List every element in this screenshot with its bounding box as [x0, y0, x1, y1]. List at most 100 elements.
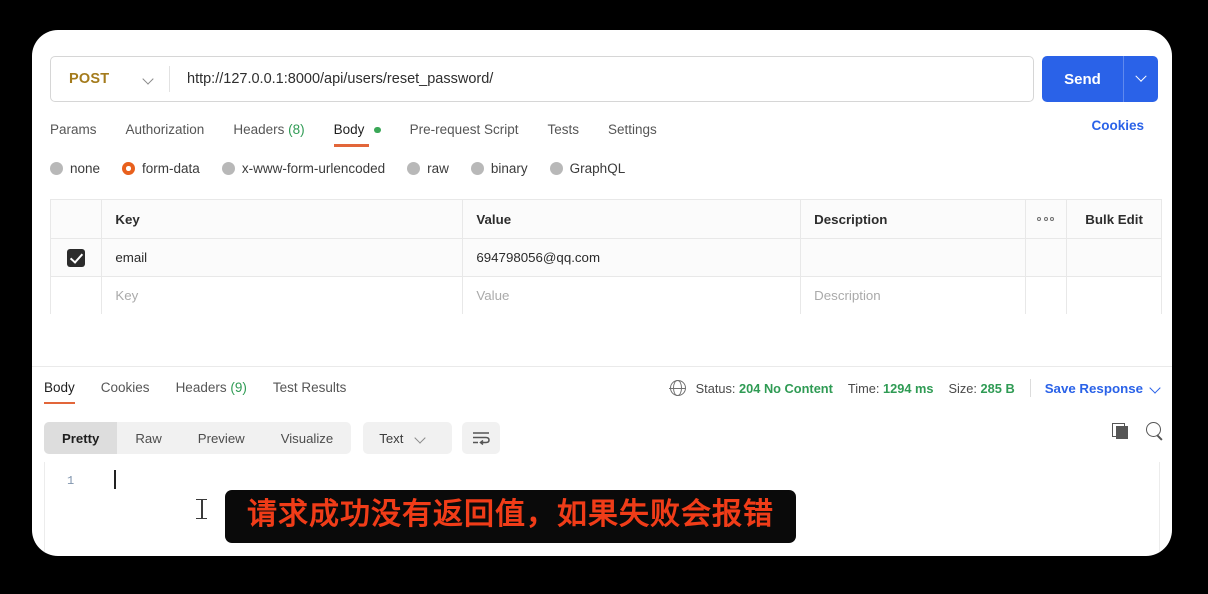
url-bar: POST http://127.0.0.1:8000/api/users/res… [50, 56, 1158, 102]
body-type-raw[interactable]: raw [407, 161, 449, 176]
body-type-binary[interactable]: binary [470, 161, 528, 176]
view-mode-visualize[interactable]: Visualize [263, 422, 352, 454]
ellipsis-icon[interactable] [1026, 200, 1068, 238]
tab-body[interactable]: Body [333, 121, 381, 147]
tab-label: Body [333, 121, 365, 137]
row-key-input[interactable]: email [102, 239, 464, 276]
pane-divider[interactable] [32, 366, 1172, 367]
i-beam-cursor-icon [196, 498, 207, 520]
tab-headers[interactable]: Headers (8) [233, 122, 304, 147]
row-description-input[interactable] [801, 239, 1026, 276]
row-spacer [1026, 239, 1068, 276]
response-tab-test-results[interactable]: Test Results [273, 380, 347, 404]
status-value: 204 No Content [739, 380, 833, 396]
header-key: Key [102, 200, 464, 238]
table-row: email 694798056@qq.com [51, 238, 1161, 276]
chevron-down-icon [1151, 383, 1162, 394]
body-type-label: x-www-form-urlencoded [241, 161, 386, 176]
empty-value-input[interactable]: Value [463, 277, 802, 314]
http-method-label: POST [69, 71, 110, 87]
annotation-overlay: 请求成功没有返回值，如果失败会报错 [225, 490, 796, 543]
tab-label: Test Results [272, 380, 347, 395]
tab-label: Body [44, 380, 75, 395]
save-response-button[interactable]: Save Response [1045, 381, 1162, 396]
row-checkbox-checked[interactable] [67, 248, 86, 267]
response-scrollbar[interactable] [1159, 462, 1160, 556]
chevron-down-icon [144, 74, 155, 85]
body-type-none[interactable]: none [50, 161, 100, 176]
divider [1029, 379, 1031, 397]
tab-label: Cookies [100, 380, 150, 395]
response-tab-cookies[interactable]: Cookies [101, 380, 150, 404]
empty-description-input[interactable]: Description [801, 277, 1026, 314]
tab-params[interactable]: Params [50, 122, 97, 147]
radio-icon [221, 162, 235, 175]
response-headers-count: (9) [230, 380, 247, 395]
header-checkbox-cell [51, 200, 103, 238]
tab-settings[interactable]: Settings [608, 122, 657, 147]
response-tab-body[interactable]: Body [44, 380, 75, 404]
view-mode-pretty[interactable]: Pretty [44, 422, 118, 454]
tab-pre-request-script[interactable]: Pre-request Script [410, 122, 519, 147]
send-chevron-down-icon[interactable] [1124, 75, 1158, 83]
size-label: Size: [948, 380, 977, 396]
line-number: 1 [67, 474, 75, 488]
body-active-dot-icon [374, 126, 381, 134]
cookies-link[interactable]: Cookies [1091, 118, 1144, 133]
wrap-lines-button[interactable] [462, 422, 501, 454]
tab-label: Headers [175, 380, 227, 395]
form-data-table: Key Value Description Bulk Edit email 69… [50, 199, 1162, 314]
postman-window: POST http://127.0.0.1:8000/api/users/res… [32, 30, 1172, 556]
empty-spacer-bulk [1067, 277, 1161, 314]
bulk-edit-label: Bulk Edit [1085, 211, 1143, 227]
row-checkbox-cell [51, 239, 103, 276]
radio-icon [50, 162, 63, 175]
size-value: 285 B [980, 380, 1015, 396]
body-type-x-www-form-urlencoded[interactable]: x-www-form-urlencoded [221, 161, 386, 176]
time-badge: Time: 1294 ms [848, 381, 934, 396]
url-input-group: POST http://127.0.0.1:8000/api/users/res… [50, 56, 1034, 102]
empty-spacer [1026, 277, 1068, 314]
tab-label: Params [50, 121, 97, 137]
tab-label: Tests [547, 121, 579, 137]
body-type-label: binary [490, 161, 528, 176]
body-type-graphql[interactable]: GraphQL [549, 161, 626, 176]
status-label: Status: [695, 380, 736, 396]
tab-tests[interactable]: Tests [547, 122, 579, 147]
row-value-input[interactable]: 694798056@qq.com [463, 239, 802, 276]
tab-label: Settings [607, 121, 657, 137]
url-input[interactable]: http://127.0.0.1:8000/api/users/reset_pa… [170, 71, 1033, 87]
response-tab-headers[interactable]: Headers (9) [176, 380, 247, 404]
send-button[interactable]: Send [1042, 56, 1158, 102]
view-mode-segmented-control: Pretty Raw Preview Visualize [44, 422, 352, 454]
response-viewer-toolbar: Pretty Raw Preview Visualize Text [44, 420, 1160, 456]
headers-count: (8) [288, 121, 305, 137]
view-mode-preview[interactable]: Preview [180, 422, 263, 454]
body-type-label: GraphQL [569, 161, 626, 176]
view-mode-raw[interactable]: Raw [117, 422, 179, 454]
http-method-dropdown[interactable]: POST [51, 57, 169, 101]
request-tabs: Params Authorization Headers (8) Body Pr… [50, 118, 1158, 150]
body-type-form-data[interactable]: form-data [122, 161, 200, 176]
radio-selected-icon [122, 162, 136, 175]
response-status-bar: Status: 204 No Content Time: 1294 ms Siz… [669, 375, 1162, 401]
bulk-edit-button[interactable]: Bulk Edit [1067, 200, 1161, 238]
empty-key-input[interactable]: Key [102, 277, 464, 314]
header-description: Description [801, 200, 1026, 238]
ellipsis-dots [1037, 217, 1055, 221]
row-spacer-bulk [1067, 239, 1161, 276]
response-action-icons [1112, 422, 1164, 440]
tab-authorization[interactable]: Authorization [126, 122, 205, 147]
tab-label: Headers [233, 121, 285, 137]
radio-icon [549, 162, 563, 175]
table-row-empty: Key Value Description [51, 276, 1161, 314]
tab-label: Pre-request Script [409, 121, 519, 137]
status-badge: Status: 204 No Content [696, 381, 833, 396]
format-dropdown[interactable]: Text [363, 422, 453, 454]
time-label: Time: [847, 380, 880, 396]
search-icon[interactable] [1146, 422, 1164, 440]
copy-icon[interactable] [1112, 422, 1129, 440]
empty-checkbox-cell [51, 277, 103, 314]
response-body-editor[interactable]: 1 请求成功没有返回值，如果失败会报错 [44, 462, 1160, 556]
radio-icon [407, 162, 421, 175]
